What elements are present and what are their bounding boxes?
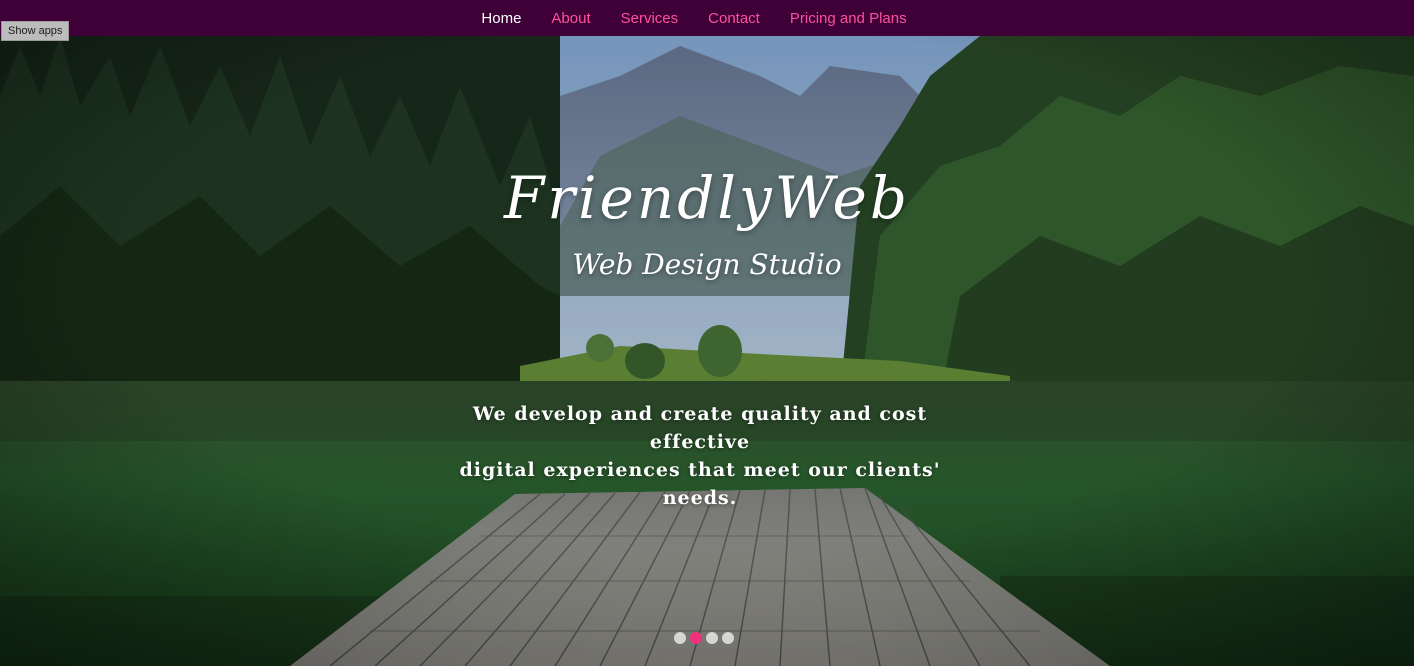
nav-link-about[interactable]: About xyxy=(551,10,590,27)
nav-link-home[interactable]: Home xyxy=(481,10,521,27)
nav-link-contact[interactable]: Contact xyxy=(708,10,760,27)
slide-dot-4[interactable] xyxy=(722,632,734,644)
nav-link-pricing-and-plans[interactable]: Pricing and Plans xyxy=(790,10,907,27)
slide-dot-1[interactable] xyxy=(674,632,686,644)
slide-dot-2[interactable] xyxy=(690,632,702,644)
show-apps-button[interactable]: Show apps xyxy=(1,21,70,41)
hero-tagline-line-1: We develop and create quality and cost e… xyxy=(472,403,928,453)
nav-link-services[interactable]: Services xyxy=(621,10,679,27)
hero-subtitle: Web Design Studio xyxy=(572,248,842,281)
hero-background-image xyxy=(0,36,1414,666)
top-navigation-bar: Home About Services Contact Pricing and … xyxy=(0,0,1414,36)
slideshow-pagination xyxy=(674,632,734,644)
hero-section: FriendlyWeb Web Design Studio We develop… xyxy=(0,36,1414,666)
hero-title: FriendlyWeb xyxy=(504,164,910,232)
main-nav: Home About Services Contact Pricing and … xyxy=(0,0,1414,36)
hero-tagline: We develop and create quality and cost e… xyxy=(420,400,980,512)
hero-tagline-line-2: digital experiences that meet our client… xyxy=(459,459,941,509)
slide-dot-3[interactable] xyxy=(706,632,718,644)
